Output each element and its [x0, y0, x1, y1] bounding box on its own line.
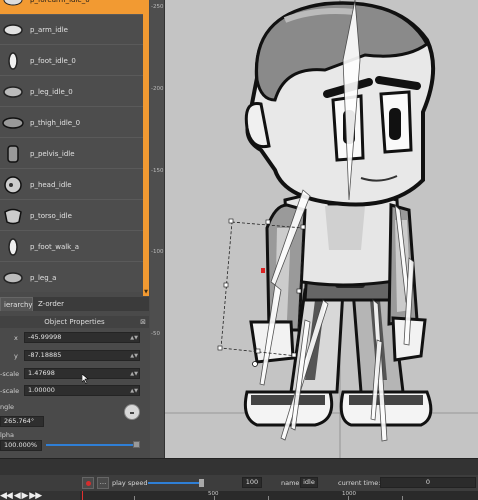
- play-speed-slider[interactable]: [148, 482, 200, 484]
- angle-field[interactable]: 265.764°: [0, 416, 44, 427]
- vertical-ruler: -250 -200 -150 -100 -50: [150, 0, 165, 458]
- playhead[interactable]: [82, 491, 83, 500]
- close-icon[interactable]: ⊠: [140, 316, 146, 328]
- record-button[interactable]: [82, 477, 94, 489]
- tab-hierarchy[interactable]: ierarchy: [0, 297, 33, 311]
- forearm-thumb-icon: [3, 0, 23, 6]
- spinner-icon[interactable]: ▲▼: [130, 334, 138, 343]
- ruler-label: -250: [151, 4, 164, 10]
- ruler-label: -100: [151, 249, 164, 255]
- play-speed-label: play speed: [112, 479, 148, 487]
- alpha-value: 100.000%: [4, 441, 38, 449]
- asset-label: p_torso_idle: [30, 212, 72, 220]
- asset-label: p_arm_idle: [30, 26, 68, 34]
- x-field[interactable]: -45.99998 ▲▼: [24, 332, 140, 343]
- asset-label: p_leg_a: [30, 274, 57, 282]
- xscale-label: -scale: [0, 370, 20, 378]
- spinner-icon[interactable]: ▲▼: [130, 370, 138, 379]
- pelvis-thumb-icon: [7, 145, 19, 163]
- leg-thumb-icon: [3, 86, 23, 98]
- alpha-slider[interactable]: [46, 444, 134, 446]
- ruler-label: -150: [151, 168, 164, 174]
- asset-label: p_forearm_idle_0: [30, 0, 90, 4]
- yscale-field[interactable]: 1.00000 ▲▼: [24, 385, 140, 396]
- asset-label: p_pelvis_idle: [30, 150, 75, 158]
- asset-item[interactable]: p_head_idle: [0, 170, 143, 200]
- asset-label: p_foot_walk_a: [30, 243, 80, 251]
- yscale-label: -scale: [0, 387, 20, 395]
- character-rig: [165, 0, 478, 458]
- foot-walk-thumb-icon: [8, 238, 18, 256]
- frame-label: 1000: [342, 491, 356, 497]
- timeline-panel: ... play speed 100 name idle current tim…: [0, 458, 478, 500]
- alpha-slider-knob[interactable]: [133, 441, 140, 448]
- left-panel: p_forearm_idle_0 p_arm_idle p_foot_idle_…: [0, 0, 150, 458]
- ruler-label: -200: [151, 86, 164, 92]
- play-speed-field[interactable]: 100: [242, 477, 262, 488]
- frame-ruler[interactable]: 500 1000: [80, 491, 478, 500]
- asset-item[interactable]: p_foot_idle_0: [0, 46, 143, 76]
- angle-dial[interactable]: [124, 404, 140, 420]
- foot-thumb-icon: [8, 52, 18, 70]
- y-label: y: [14, 352, 18, 360]
- tab-zorder[interactable]: Z-order: [35, 297, 67, 311]
- panel-tabs: ierarchy Z-order: [0, 297, 149, 311]
- animation-name-field[interactable]: idle: [300, 477, 318, 488]
- asset-label: p_thigh_idle_0: [30, 119, 81, 127]
- asset-list: p_forearm_idle_0 p_arm_idle p_foot_idle_…: [0, 0, 143, 292]
- asset-label: p_leg_idle_0: [30, 88, 73, 96]
- arm-thumb-icon: [3, 24, 23, 36]
- y-value: -87.18885: [28, 351, 62, 359]
- asset-item[interactable]: p_thigh_idle_0: [0, 108, 143, 138]
- xscale-value: 1.47698: [28, 369, 55, 377]
- mouse-cursor-icon: [82, 374, 89, 384]
- name-label: name: [281, 479, 300, 487]
- head-thumb-icon: [4, 176, 22, 194]
- properties-header: Object Properties ⊠: [0, 316, 149, 328]
- y-field[interactable]: -87.18885 ▲▼: [24, 350, 140, 361]
- current-time-field[interactable]: 0: [380, 477, 476, 488]
- asset-label: p_head_idle: [30, 181, 72, 189]
- angle-label: ngle: [0, 403, 15, 411]
- alpha-field[interactable]: 100.000%: [0, 440, 42, 451]
- legs: [289, 288, 405, 394]
- thigh-thumb-icon: [2, 117, 24, 129]
- editor-canvas[interactable]: [165, 0, 478, 458]
- yscale-value: 1.00000: [28, 386, 55, 394]
- alpha-label: lpha: [0, 431, 15, 439]
- angle-value: 265.764°: [4, 417, 35, 425]
- x-value: -45.99998: [28, 333, 62, 341]
- spinner-icon[interactable]: ▲▼: [130, 352, 138, 361]
- transport-controls[interactable]: ◀◀ ◀ ▶ ▶▶: [0, 491, 80, 500]
- asset-item[interactable]: p_pelvis_idle: [0, 139, 143, 169]
- asset-label: p_foot_idle_0: [30, 57, 76, 65]
- current-time-label: current time:: [338, 479, 381, 487]
- asset-item[interactable]: p_arm_idle: [0, 15, 143, 45]
- play-speed-knob[interactable]: [199, 479, 204, 487]
- asset-item[interactable]: p_leg_a: [0, 263, 143, 292]
- scroll-down-arrow-icon[interactable]: ▼: [143, 288, 149, 296]
- asset-item[interactable]: p_leg_idle_0: [0, 77, 143, 107]
- torso-thumb-icon: [4, 208, 22, 225]
- asset-item[interactable]: p_forearm_idle_0: [0, 0, 143, 15]
- spinner-icon[interactable]: ▲▼: [130, 387, 138, 396]
- asset-item[interactable]: p_torso_idle: [0, 201, 143, 231]
- x-label: x: [14, 334, 18, 342]
- more-button[interactable]: ...: [97, 477, 109, 489]
- ruler-label: -50: [151, 331, 160, 337]
- properties-title: Object Properties: [44, 318, 105, 326]
- asset-scrollbar-thumb[interactable]: [143, 0, 149, 288]
- asset-item[interactable]: p_foot_walk_a: [0, 232, 143, 262]
- leg-a-thumb-icon: [3, 272, 23, 284]
